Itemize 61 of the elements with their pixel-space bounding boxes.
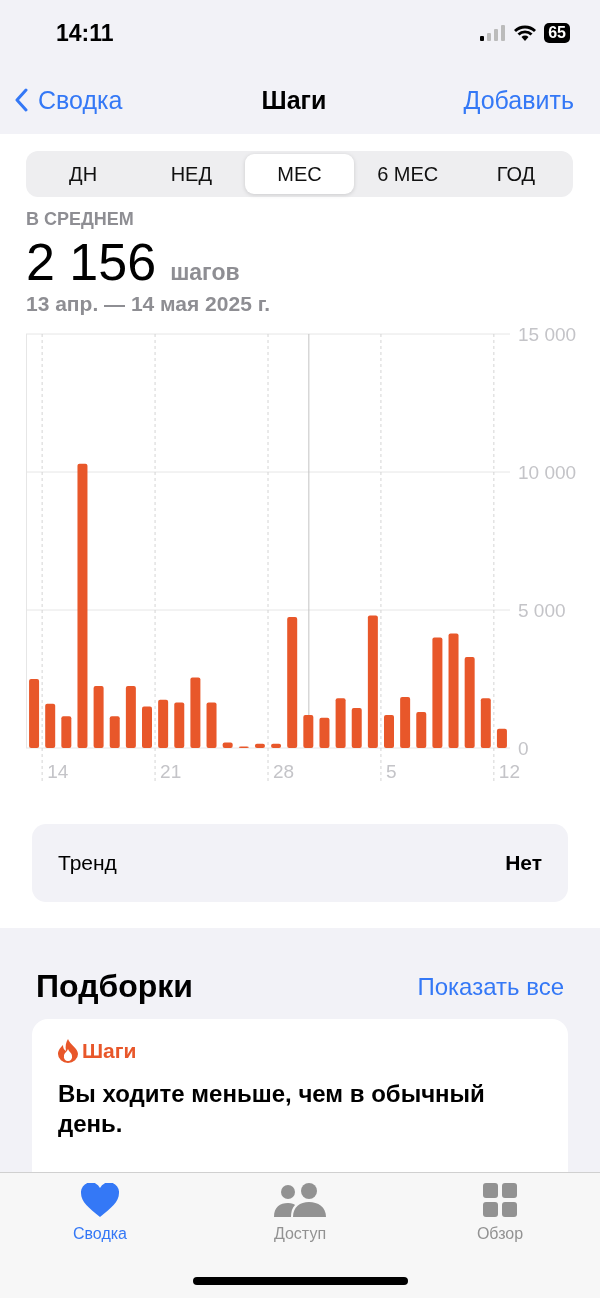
summary-unit: шагов [170,259,240,286]
back-button[interactable]: Сводка [14,85,123,115]
y-tick-label: 15 000 [518,324,577,345]
bar [222,742,233,748]
x-tick-label: 5 [385,761,397,782]
bar [384,714,394,748]
chevron-left-icon [14,88,28,112]
bar [416,712,427,748]
x-tick-label: 14 [47,761,69,782]
bar [335,698,346,748]
bar [480,698,491,748]
y-tick-label: 5 000 [518,600,566,621]
bar [400,696,411,748]
period-tab[interactable]: НЕД [137,154,246,194]
heart-icon [81,1183,119,1217]
flame-icon [58,1039,78,1063]
screen-title: Шаги [261,85,327,115]
highlight-card[interactable]: Шаги Вы ходите меньше, чем в обычный день. [32,1019,568,1172]
summary-label: В СРЕДНЕМ [26,209,135,230]
tab-bar-item[interactable]: Сводка [40,1183,160,1253]
bar [45,703,56,748]
status-time: 14:11 [56,19,114,47]
bar [254,743,265,748]
bar [158,699,169,748]
bar [496,728,507,748]
y-tick-label: 0 [518,738,529,759]
bar [109,716,120,748]
bar [93,685,104,748]
bar [271,743,282,748]
card-text: Вы ходите меньше, чем в обычный день. [58,1079,486,1139]
x-tick-label: 12 [498,761,520,782]
bar [61,716,72,748]
section-title: Подборки [36,968,193,1005]
battery-indicator: 65 [544,23,570,43]
trend-label: Тренд [58,851,117,875]
bar [190,677,201,748]
period-tab[interactable]: ГОД [461,154,570,194]
bar [303,714,314,748]
bar [174,702,185,748]
summary-value: 2 156 [26,232,157,292]
show-all-link[interactable]: Показать все [417,972,564,1001]
grid-icon [483,1183,517,1217]
period-tab[interactable]: ДН [29,154,138,194]
bar [206,702,217,748]
bar [29,679,40,748]
bar [125,685,136,748]
y-tick-label: 10 000 [518,462,577,483]
wifi-icon [514,25,537,41]
x-tick-label: 28 [273,761,295,782]
people-icon [274,1183,326,1217]
period-tab[interactable]: 6 МЕС [353,154,462,194]
add-button[interactable]: Добавить [463,85,574,115]
x-tick-label: 21 [160,761,182,782]
period-tab[interactable]: МЕС [245,154,354,194]
date-range: 13 апр. — 14 мая 2025 г. [26,292,272,316]
bar [319,717,330,748]
card-category: Шаги [82,1039,137,1063]
signal-icon [480,25,507,41]
bar [351,708,362,748]
bar [142,706,152,748]
trend-value: Нет [505,851,542,875]
